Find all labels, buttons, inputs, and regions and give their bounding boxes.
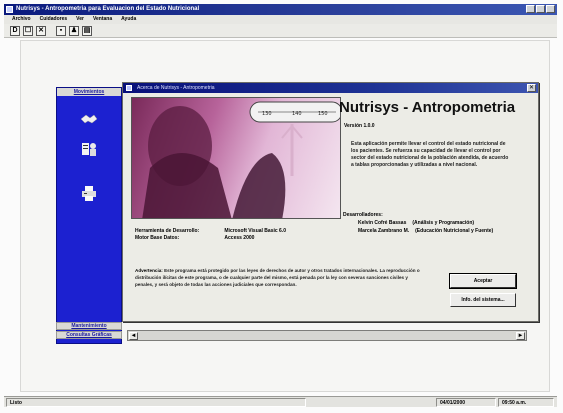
warning-text: Este programa está protegido por las ley… — [135, 268, 420, 287]
menu-ventana[interactable]: Ventana — [93, 15, 112, 24]
developer-name: Marcela Zambrano M. — [358, 228, 410, 234]
status-bar: Listo 04/01/2000 09:50 a.m. — [4, 396, 557, 407]
developer-row: Marcela Zambrano M. (Educación Nutricion… — [358, 228, 493, 234]
menu-bar: Archivo Cuidadores Ver Ventana Ayuda — [4, 15, 557, 24]
ok-button[interactable]: Aceptar — [449, 273, 517, 289]
developer-role: (Análisis y Programación) — [412, 220, 475, 226]
info-label: Motor Base Datos: — [135, 235, 180, 241]
version-label: Versión 1.0.0 — [344, 123, 375, 129]
find-icon[interactable]: ♟ — [69, 26, 79, 36]
scroll-left-arrow-icon[interactable]: ◄ — [129, 332, 138, 340]
status-text: Listo — [6, 398, 306, 407]
save-icon[interactable]: ▪ — [56, 26, 66, 36]
minimize-button[interactable] — [526, 5, 535, 13]
new-document-icon[interactable]: D — [10, 26, 20, 36]
menu-archivo[interactable]: Archivo — [12, 15, 31, 24]
patients-icon[interactable] — [79, 140, 99, 158]
info-value: Access 2000 — [224, 235, 255, 241]
developer-row: Kelvin Cofré Bassas (Análisis y Programa… — [358, 220, 474, 226]
sidebar: Movimientos — [56, 87, 122, 344]
menu-ayuda[interactable]: Ayuda — [121, 15, 136, 24]
app-description: Esta aplicación permite llevar el contro… — [351, 141, 509, 168]
dialog-app-icon — [126, 85, 132, 91]
status-date: 04/01/2000 — [436, 398, 496, 407]
toolbar-separator — [49, 26, 53, 37]
status-time: 09:50 a.m. — [498, 398, 554, 407]
sidebar-item-consultas-graficas[interactable]: Consultas Gráficas — [56, 331, 122, 339]
sidebar-item-mantenimiento[interactable]: Mantenimiento — [56, 322, 122, 330]
main-title-bar: Nutrisys - Antropometria para Evaluacion… — [4, 4, 557, 15]
dialog-close-button[interactable]: ✕ — [527, 84, 536, 92]
printer-icon[interactable] — [79, 184, 99, 202]
splash-image: 130 140 150 — [131, 97, 341, 219]
sidebar-header-movimientos[interactable]: Movimientos — [57, 88, 121, 96]
warning-prefix: Advertencia: — [135, 268, 163, 273]
developer-name: Kelvin Cofré Bassas — [358, 220, 407, 226]
handshake-icon[interactable] — [79, 110, 99, 128]
open-icon[interactable]: ☐ — [23, 26, 33, 36]
info-label: Herramienta de Desarrollo: — [135, 228, 200, 234]
svg-text:140: 140 — [292, 111, 302, 117]
scroll-right-arrow-icon[interactable]: ► — [516, 332, 525, 340]
info-value: Microsoft Visual Basic 6.0 — [224, 228, 286, 234]
menu-ver[interactable]: Ver — [76, 15, 84, 24]
maximize-button[interactable] — [536, 5, 545, 13]
dialog-title-bar: Acerca de Nutrisys - Antropometria ✕ — [123, 83, 538, 93]
horizontal-scrollbar[interactable]: ◄ ► — [127, 330, 527, 341]
copyright-warning: Advertencia: Este programa está protegid… — [135, 267, 425, 288]
close-icon[interactable]: ✕ — [36, 26, 46, 36]
developer-role: (Educación Nutricional y Fuente) — [415, 228, 494, 234]
info-row-tool: Herramienta de Desarrollo: Microsoft Vis… — [135, 228, 286, 234]
system-info-button[interactable]: Info. del sistema... — [450, 293, 516, 307]
info-row-db: Motor Base Datos: Access 2000 — [135, 235, 254, 241]
app-name-heading: Nutrisys - Antropometria — [339, 99, 516, 116]
about-dialog: Acerca de Nutrisys - Antropometria ✕ 130… — [122, 82, 539, 322]
window-close-button[interactable] — [546, 5, 555, 13]
svg-text:150: 150 — [318, 111, 328, 117]
app-icon — [6, 6, 13, 13]
dialog-title: Acerca de Nutrisys - Antropometria — [137, 85, 215, 91]
window-controls — [526, 5, 555, 13]
window-title: Nutrisys - Antropometria para Evaluacion… — [16, 6, 200, 12]
developers-label: Desarrolladores: — [343, 212, 383, 218]
menu-cuidadores[interactable]: Cuidadores — [40, 15, 68, 24]
exit-icon[interactable]: ▤ — [82, 26, 92, 36]
screen: Nutrisys - Antropometria para Evaluacion… — [0, 0, 563, 413]
svg-text:130: 130 — [262, 111, 272, 117]
toolbar: D ☐ ✕ ▪ ♟ ▤ — [4, 24, 557, 38]
